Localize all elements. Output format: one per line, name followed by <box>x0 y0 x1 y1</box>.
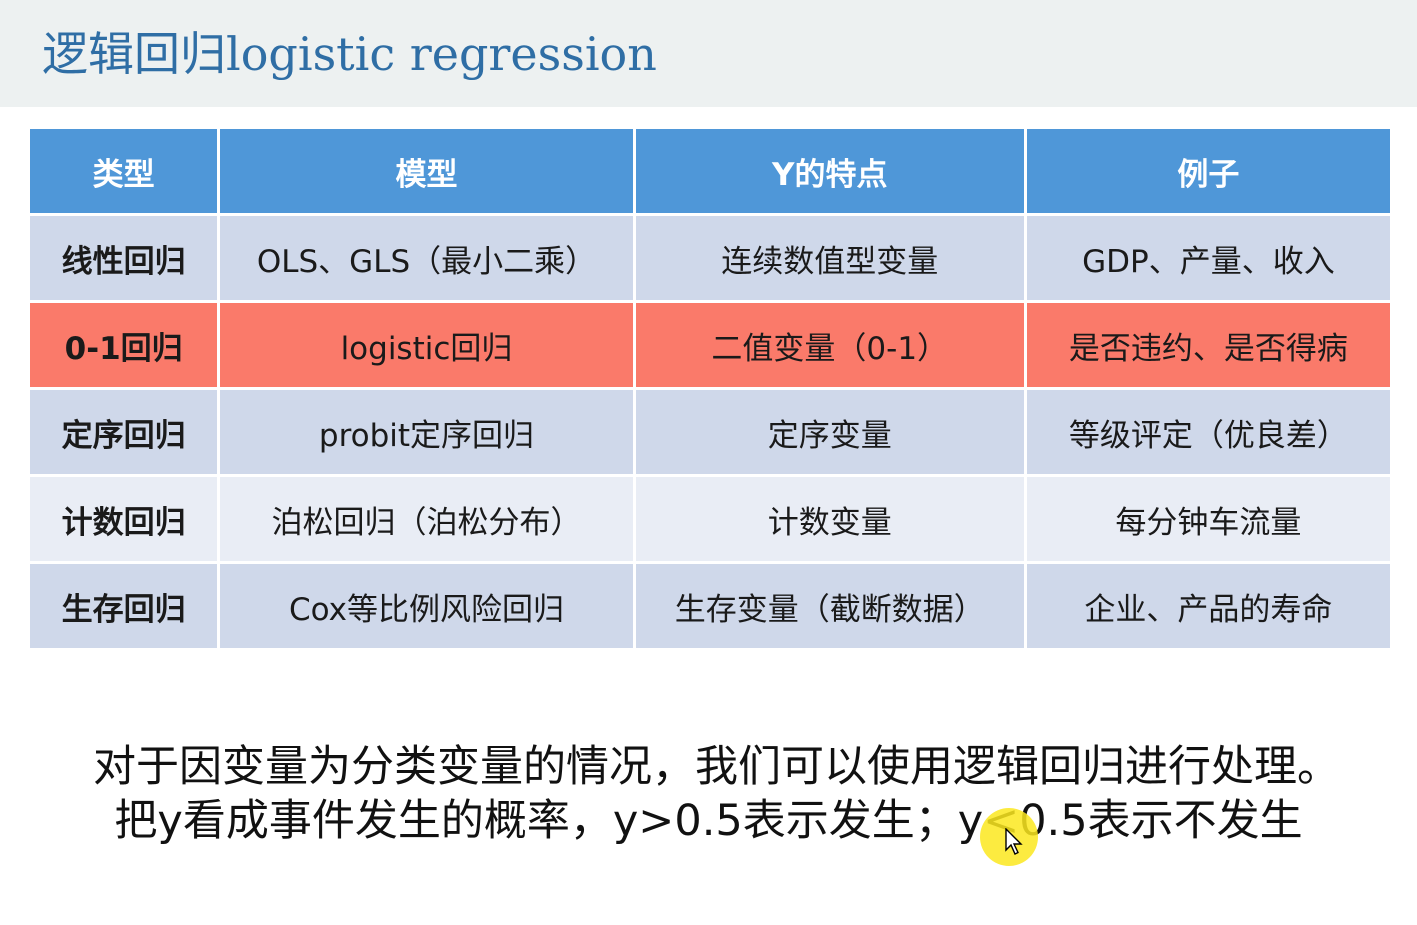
cell-model: Cox等比例风险回归 <box>220 564 636 651</box>
cell-example: 等级评定（优良差） <box>1026 390 1390 477</box>
cell-type: 定序回归 <box>30 390 221 477</box>
regression-types-table: 类型 模型 Y的特点 例子 线性回归 OLS、GLS（最小二乘） 连续数值型变量… <box>30 129 1390 651</box>
cell-type: 计数回归 <box>30 477 221 564</box>
note-line-1: 对于因变量为分类变量的情况，我们可以使用逻辑回归进行处理。 <box>93 742 1340 792</box>
cell-type: 0-1回归 <box>30 303 221 390</box>
cell-type: 生存回归 <box>30 564 221 651</box>
cell-example: GDP、产量、收入 <box>1026 216 1390 303</box>
title-bar: 逻辑回归logistic regression <box>0 0 1417 107</box>
note-line-2: 把y看成事件发生的概率，y>0.5表示发生；y<0.5表示不发生 <box>114 796 1303 846</box>
cell-model: 泊松回归（泊松分布） <box>220 477 636 564</box>
slide-title: 逻辑回归logistic regression <box>42 27 657 81</box>
cell-example: 每分钟车流量 <box>1026 477 1390 564</box>
table-row-highlighted: 0-1回归 logistic回归 二值变量（0-1） 是否违约、是否得病 <box>30 303 1390 390</box>
header-model: 模型 <box>220 129 636 216</box>
cell-y-feature: 连续数值型变量 <box>635 216 1027 303</box>
table-header-row: 类型 模型 Y的特点 例子 <box>30 129 1390 216</box>
table-row: 生存回归 Cox等比例风险回归 生存变量（截断数据） 企业、产品的寿命 <box>30 564 1390 651</box>
cell-y-feature: 生存变量（截断数据） <box>635 564 1027 651</box>
cell-example: 企业、产品的寿命 <box>1026 564 1390 651</box>
pointer-arrow-icon <box>1005 828 1023 855</box>
cell-model: OLS、GLS（最小二乘） <box>220 216 636 303</box>
cell-model: probit定序回归 <box>220 390 636 477</box>
header-type: 类型 <box>30 129 221 216</box>
cell-type: 线性回归 <box>30 216 221 303</box>
cell-y-feature: 计数变量 <box>635 477 1027 564</box>
table-row: 线性回归 OLS、GLS（最小二乘） 连续数值型变量 GDP、产量、收入 <box>30 216 1390 303</box>
cell-y-feature: 二值变量（0-1） <box>635 303 1027 390</box>
table-row: 定序回归 probit定序回归 定序变量 等级评定（优良差） <box>30 390 1390 477</box>
header-y-feature: Y的特点 <box>635 129 1027 216</box>
cell-model: logistic回归 <box>220 303 636 390</box>
cell-example: 是否违约、是否得病 <box>1026 303 1390 390</box>
table-row: 计数回归 泊松回归（泊松分布） 计数变量 每分钟车流量 <box>30 477 1390 564</box>
header-example: 例子 <box>1026 129 1390 216</box>
cell-y-feature: 定序变量 <box>635 390 1027 477</box>
